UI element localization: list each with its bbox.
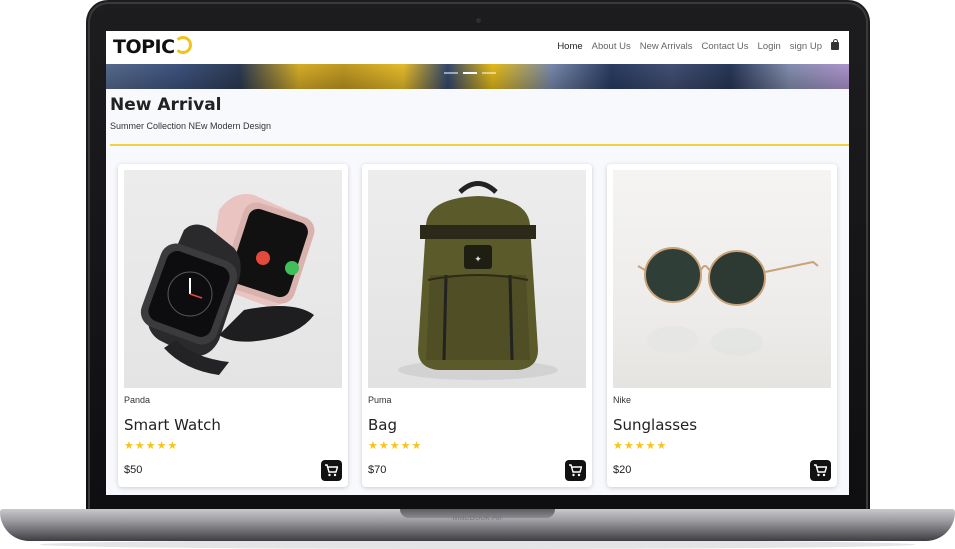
laptop-shadow [40,540,915,549]
product-rating: ★★★★★ [613,439,668,452]
cart-icon [814,464,827,477]
product-title[interactable]: Bag [368,416,397,434]
product-brand: Puma [368,395,392,405]
product-card[interactable]: Nike Sunglasses ★★★★★ $20 [607,164,837,487]
product-rating: ★★★★★ [368,439,423,452]
product-rating: ★★★★★ [124,439,179,452]
camera-icon [476,18,481,23]
smart-watch-image [124,170,342,388]
browser-screen: TOPIC Home About Us New Arrivals Contact… [106,31,849,495]
svg-text:✦: ✦ [474,255,482,265]
carousel-dot[interactable] [444,72,458,74]
product-price: $50 [124,464,143,476]
carousel-dot[interactable] [482,72,496,74]
section-subtitle: Summer Collection NEw Modern Design [110,121,272,131]
section-divider [110,144,849,146]
carousel-dot-active[interactable] [463,72,477,74]
sunglasses-image [613,170,831,388]
product-price: $20 [613,464,632,476]
site-logo[interactable]: TOPIC [113,36,192,58]
cart-icon [325,464,338,477]
hero-banner [106,64,849,89]
device-label: MacBook Air [452,512,503,522]
navbar: TOPIC Home About Us New Arrivals Contact… [106,31,849,64]
logo-ring-icon [173,36,192,54]
nav-link-home[interactable]: Home [557,41,582,52]
add-to-cart-button[interactable] [810,460,831,481]
add-to-cart-button[interactable] [321,460,342,481]
backpack-image: ✦ [368,170,586,388]
nav-link-signup[interactable]: sign Up [790,41,822,52]
product-title[interactable]: Smart Watch [124,416,221,434]
product-card[interactable]: Panda Smart Watch ★★★★★ $50 [118,164,348,487]
product-price: $70 [368,464,387,476]
nav-link-login[interactable]: Login [758,41,781,52]
section-title: New Arrival [110,95,222,115]
shopping-bag-icon[interactable] [831,39,839,50]
product-brand: Nike [613,395,632,405]
nav-link-new-arrivals[interactable]: New Arrivals [640,41,693,52]
cart-icon [569,464,582,477]
product-title[interactable]: Sunglasses [613,416,697,434]
nav-menu: Home About Us New Arrivals Contact Us Lo… [557,39,839,52]
add-to-cart-button[interactable] [565,460,586,481]
product-brand: Panda [124,395,151,405]
nav-link-contact[interactable]: Contact Us [702,41,749,52]
carousel-indicators [444,72,496,74]
nav-link-about[interactable]: About Us [592,41,631,52]
product-card[interactable]: ✦ Puma Bag ★★★★★ $70 [362,164,592,487]
